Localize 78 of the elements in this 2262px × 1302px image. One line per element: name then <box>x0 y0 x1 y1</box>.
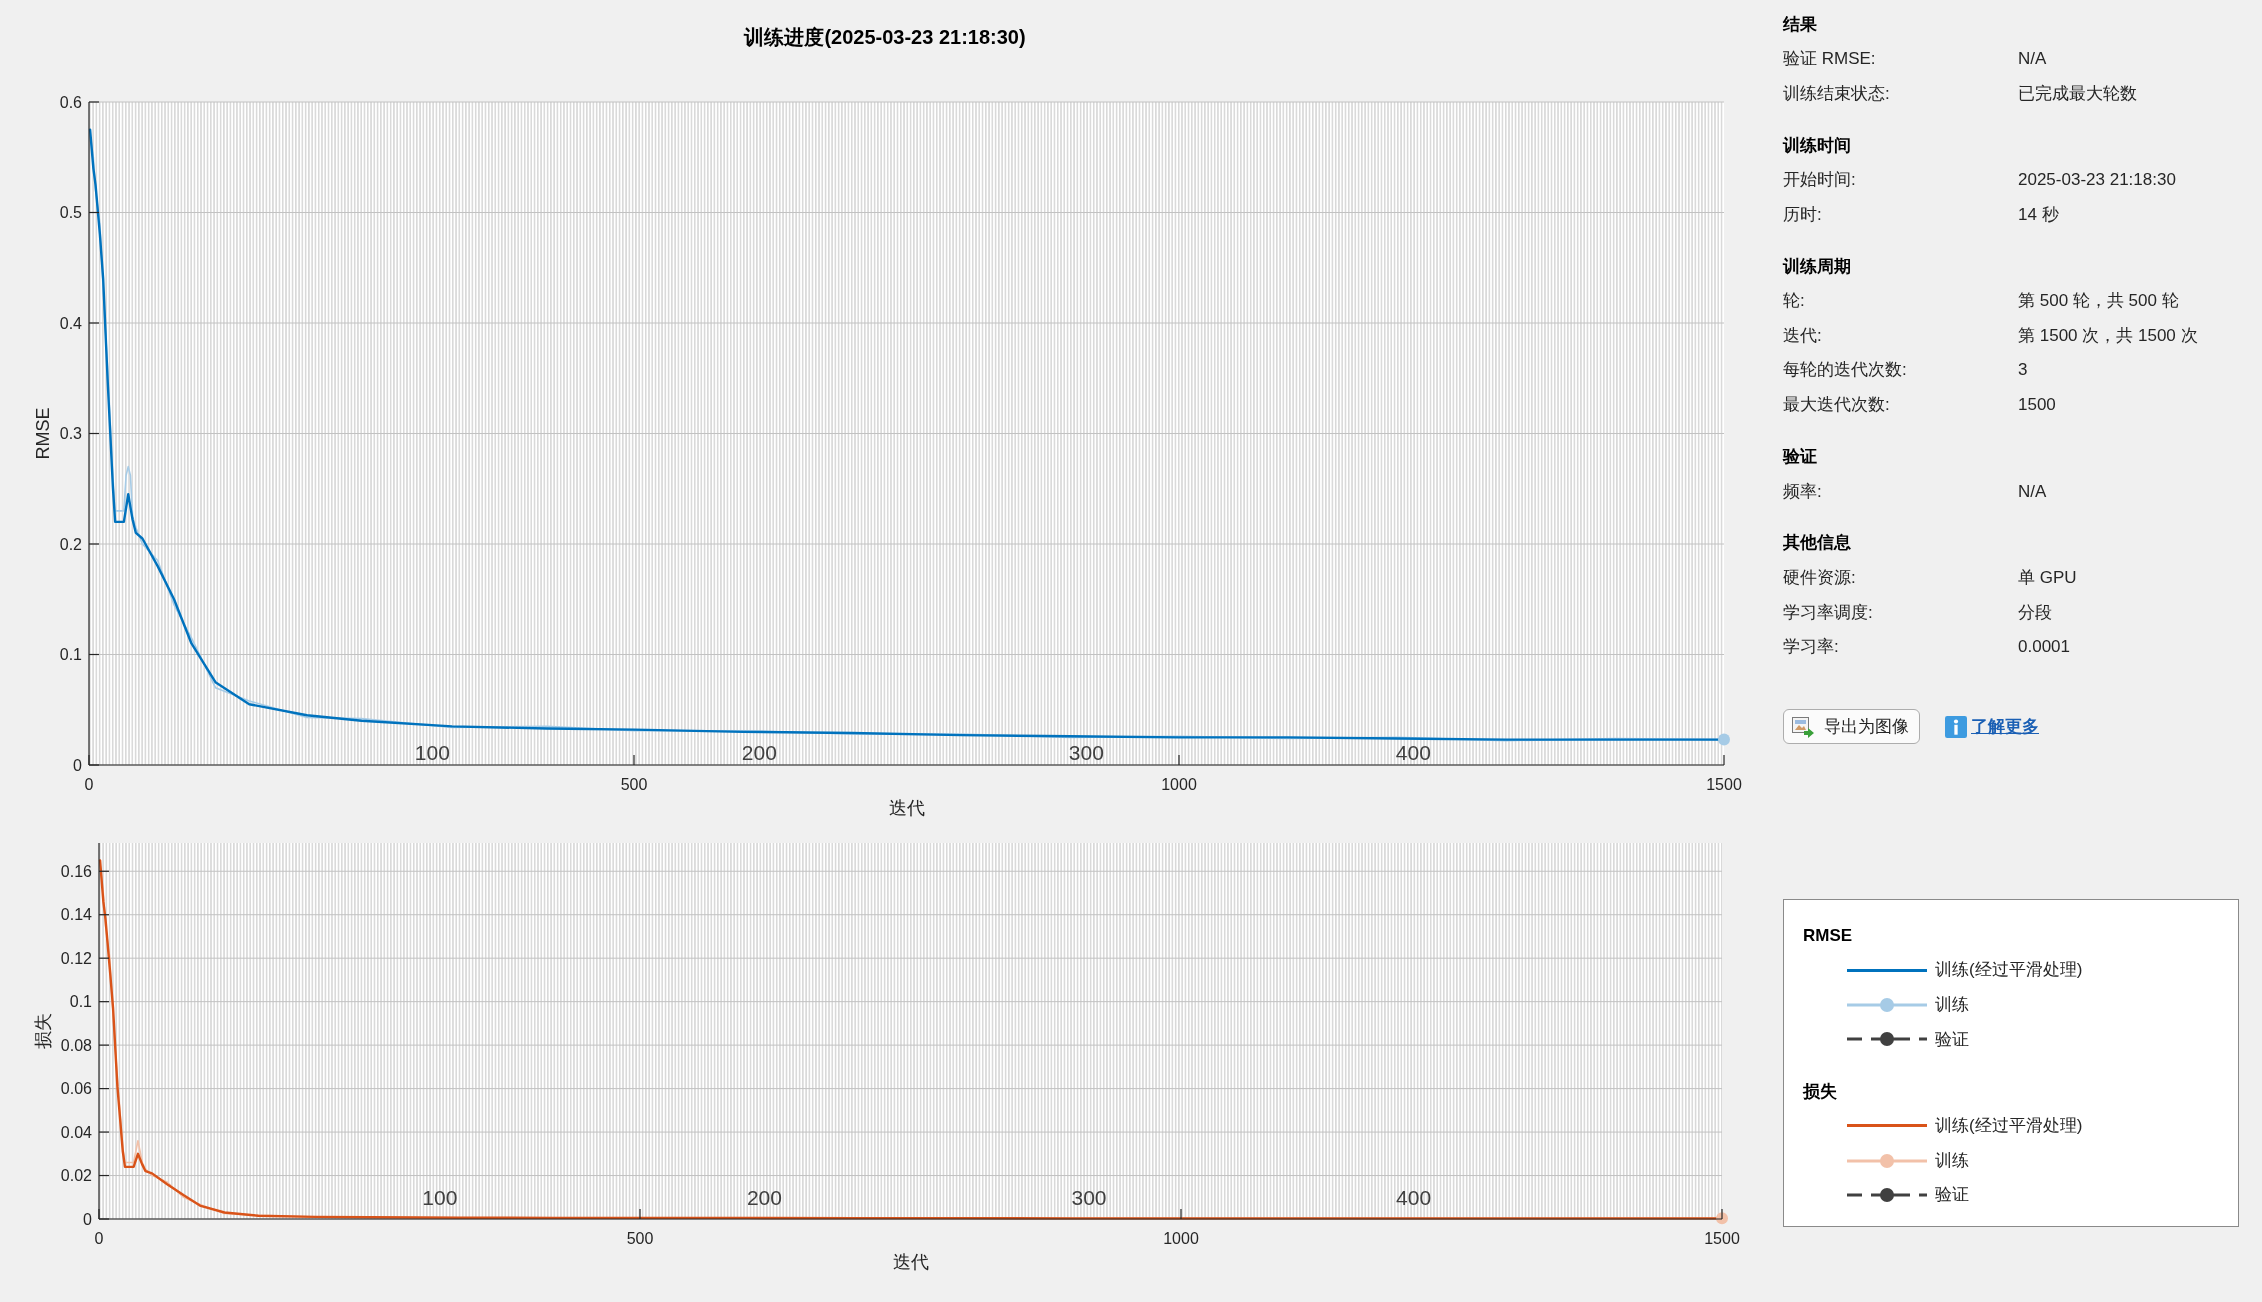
field-value: 14 秒 <box>2018 203 2059 226</box>
field-value: 1500 <box>2018 394 2056 417</box>
legend-label: 训练(经过平滑处理) <box>1935 959 2083 982</box>
x-tick-label: 500 <box>620 775 648 793</box>
y-axis-title: RMSE <box>33 407 53 460</box>
legend-label: 训练 <box>1935 994 1969 1016</box>
x-tick-label: 0 <box>94 1229 104 1247</box>
section-heading: 结果 <box>1783 13 1817 36</box>
field-value: 已完成最大轮数 <box>2018 82 2137 105</box>
legend-heading: RMSE <box>1803 924 1853 947</box>
legend-label: 验证 <box>1935 1184 1969 1207</box>
y-tick-label: 0.02 <box>60 1167 92 1185</box>
field-value: 2025-03-23 21:18:30 <box>2018 169 2176 192</box>
y-tick-label: 0.12 <box>60 949 92 967</box>
y-tick-label: 0.1 <box>69 993 92 1011</box>
field-label: 迭代: <box>1783 325 1822 345</box>
section-heading: 验证 <box>1783 445 1817 468</box>
field-label: 最大迭代次数: <box>1783 395 1890 415</box>
x-tick-label: 1000 <box>1161 775 1197 793</box>
chart-title: 训练进度(2025-03-23 21:18:30) <box>744 25 1026 50</box>
field-label: 开始时间: <box>1783 170 1856 190</box>
y-tick-label: 0 <box>73 756 82 774</box>
y-axis-title: 损失 <box>33 1013 53 1049</box>
field-value: 第 1500 次，共 1500 次 <box>2018 324 2198 347</box>
field-label: 学习率: <box>1783 637 1839 657</box>
section-heading: 训练时间 <box>1783 134 1851 157</box>
y-tick-label: 0.16 <box>60 862 92 880</box>
x-tick-label: 1000 <box>1163 1229 1199 1247</box>
x-tick-label: 1500 <box>1706 775 1742 793</box>
x-tick-label: 1500 <box>1704 1229 1740 1247</box>
y-tick-label: 0.3 <box>59 425 82 442</box>
learn-more-link[interactable]: 了解更多 <box>1945 714 2039 740</box>
y-tick-label: 0.5 <box>59 204 82 221</box>
legend-label: 验证 <box>1935 1028 1969 1051</box>
info-icon <box>1945 715 1967 738</box>
epoch-label: 100 <box>422 1185 458 1209</box>
export-image-icon <box>1792 715 1814 738</box>
y-tick-label: 0.2 <box>59 535 82 553</box>
field-value: 分段 <box>2018 601 2052 624</box>
field-label: 硬件资源: <box>1783 568 1856 588</box>
y-tick-label: 0.04 <box>60 1123 92 1141</box>
y-tick-label: 0.06 <box>60 1080 92 1098</box>
field-label: 学习率调度: <box>1783 602 1873 622</box>
field-value: 第 500 轮，共 500 轮 <box>2018 290 2179 313</box>
y-tick-label: 0 <box>83 1210 92 1228</box>
x-axis-title: 迭代 <box>892 1252 929 1272</box>
export-image-button[interactable]: 导出为图像 <box>1783 709 1920 745</box>
field-label: 频率: <box>1783 481 1822 501</box>
y-tick-label: 0.1 <box>59 646 82 663</box>
legend-label: 训练(经过平滑处理) <box>1935 1115 2083 1138</box>
x-tick-label: 500 <box>626 1229 654 1247</box>
x-tick-label: 0 <box>84 775 94 793</box>
epoch-label: 400 <box>1395 740 1431 764</box>
x-axis-title: 迭代 <box>888 798 925 818</box>
y-tick-label: 0.6 <box>59 93 82 111</box>
y-tick-label: 0.4 <box>59 314 82 332</box>
epoch-label: 100 <box>414 740 450 764</box>
legend-label: 训练 <box>1935 1149 1969 1172</box>
epoch-label: 300 <box>1068 740 1104 764</box>
epoch-label: 200 <box>746 1185 782 1209</box>
y-tick-label: 0.08 <box>60 1036 92 1054</box>
field-label: 历时: <box>1783 204 1822 224</box>
field-label: 验证 RMSE: <box>1783 49 1876 69</box>
field-label: 每轮的迭代次数: <box>1783 360 1907 380</box>
section-heading: 其他信息 <box>1783 532 1851 555</box>
field-value: 3 <box>2018 359 2028 382</box>
epoch-label: 300 <box>1071 1185 1107 1209</box>
section-heading: 训练周期 <box>1783 255 1851 278</box>
legend-heading: 损失 <box>1803 1080 1837 1103</box>
field-value: 单 GPU <box>2018 567 2077 590</box>
field-value: 0.0001 <box>2018 636 2070 659</box>
field-label: 训练结束状态: <box>1783 83 1890 103</box>
y-tick-label: 0.14 <box>60 906 92 924</box>
field-label: 轮: <box>1783 291 1805 311</box>
epoch-label: 400 <box>1396 1185 1432 1209</box>
epoch-label: 200 <box>741 740 777 764</box>
field-value: N/A <box>2018 48 2047 71</box>
field-value: N/A <box>2018 480 2047 503</box>
